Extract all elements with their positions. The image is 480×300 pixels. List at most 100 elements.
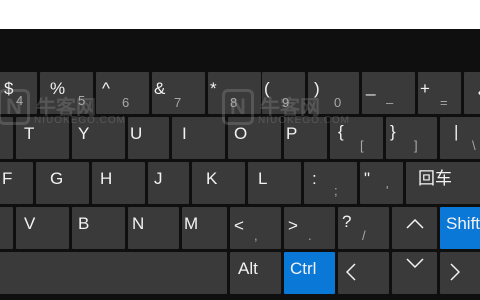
key-j[interactable]: J: [148, 162, 189, 204]
key-arrow-right[interactable]: [440, 252, 480, 294]
key-comma[interactable]: < ,: [230, 207, 281, 249]
key-minus-secondary: –: [386, 95, 394, 110]
key-equals-secondary: =: [440, 95, 448, 110]
key-shift-label: Shift: [446, 214, 480, 233]
key-b-label: B: [78, 214, 90, 233]
key-l-label: L: [258, 169, 268, 188]
key-backslash[interactable]: | \: [440, 117, 480, 159]
key-slash[interactable]: ? /: [338, 207, 389, 249]
key-lbracket-secondary: [: [360, 138, 364, 153]
key-8-primary: *: [210, 79, 217, 98]
key-f-label: F: [2, 169, 13, 188]
key-y[interactable]: Y: [72, 117, 125, 159]
key-p[interactable]: P: [284, 117, 327, 159]
key-6-primary: ^: [102, 79, 110, 98]
key-i[interactable]: I: [172, 117, 225, 159]
key-slash-primary: ?: [342, 212, 352, 231]
key-o-label: O: [234, 124, 248, 143]
key-5-primary: %: [50, 79, 66, 98]
key-5[interactable]: % 5: [40, 72, 93, 114]
key-7-primary: &: [154, 79, 166, 98]
key-quote-primary: ": [364, 169, 371, 188]
key-f[interactable]: F: [0, 162, 33, 204]
key-shift-right[interactable]: Shift: [440, 207, 480, 249]
key-9-primary: (: [264, 79, 270, 98]
key-enter-label: 回车: [418, 169, 452, 188]
key-k[interactable]: K: [192, 162, 245, 204]
key-backspace[interactable]: [464, 72, 480, 114]
key-space[interactable]: [0, 252, 227, 294]
key-rbracket[interactable]: } ]: [386, 117, 437, 159]
key-semicolon[interactable]: : ;: [304, 162, 357, 204]
key-period[interactable]: > .: [284, 207, 335, 249]
key-0[interactable]: ) 0: [308, 72, 359, 114]
key-7[interactable]: & 7: [152, 72, 205, 114]
key-n[interactable]: N: [128, 207, 179, 249]
key-l[interactable]: L: [248, 162, 301, 204]
key-h[interactable]: H: [92, 162, 145, 204]
key-semicolon-secondary: ;: [334, 183, 338, 198]
arrow-down-icon: [405, 258, 424, 268]
key-period-secondary: .: [308, 228, 312, 243]
key-v[interactable]: V: [16, 207, 69, 249]
key-equals-primary: +: [420, 79, 430, 98]
key-5-secondary: 5: [78, 93, 86, 108]
key-slash-secondary: /: [362, 228, 366, 243]
key-y-label: Y: [78, 124, 90, 143]
key-comma-secondary: ,: [254, 228, 258, 243]
key-b[interactable]: B: [72, 207, 125, 249]
key-lbracket[interactable]: { [: [330, 117, 383, 159]
key-ctrl[interactable]: Ctrl: [284, 252, 335, 294]
key-minus[interactable]: _ –: [362, 72, 415, 114]
key-7-secondary: 7: [174, 95, 182, 110]
key-enter[interactable]: 回车: [406, 162, 480, 204]
key-6[interactable]: ^ 6: [96, 72, 149, 114]
arrow-up-icon: [405, 219, 424, 229]
key-4-primary: $: [4, 79, 14, 98]
key-i-label: I: [182, 124, 187, 143]
key-o[interactable]: O: [228, 117, 281, 159]
on-screen-keyboard: $ 4 % 5 ^ 6 & 7 * 8 ( 9 ) 0 _ – + = T Y …: [0, 29, 480, 300]
key-rbracket-secondary: ]: [414, 138, 418, 153]
key-8-secondary: 8: [230, 95, 238, 110]
key-6-secondary: 6: [122, 95, 130, 110]
key-lbracket-primary: {: [338, 122, 344, 141]
key-alt-label: Alt: [238, 259, 258, 278]
key-t[interactable]: T: [16, 117, 69, 159]
key-arrow-up[interactable]: [392, 207, 437, 249]
key-semicolon-primary: :: [312, 169, 317, 188]
key-m[interactable]: M: [182, 207, 227, 249]
key-ctrl-label: Ctrl: [290, 259, 317, 278]
key-arrow-down[interactable]: [392, 252, 437, 294]
arrow-left-icon: [346, 263, 356, 281]
key-9[interactable]: ( 9: [262, 72, 305, 114]
key-tab-partial[interactable]: [0, 117, 13, 159]
key-quote[interactable]: " ': [360, 162, 403, 204]
key-g[interactable]: G: [36, 162, 89, 204]
key-rbracket-primary: }: [390, 122, 396, 141]
key-h-label: H: [100, 169, 113, 188]
key-arrow-left[interactable]: [338, 252, 389, 294]
key-u-label: U: [130, 124, 143, 143]
key-8[interactable]: * 8: [208, 72, 261, 114]
key-t-label: T: [24, 124, 35, 143]
key-k-label: K: [206, 169, 218, 188]
key-backslash-primary: |: [454, 122, 459, 141]
key-p-label: P: [286, 124, 298, 143]
key-alt[interactable]: Alt: [230, 252, 281, 294]
key-shift-left-partial[interactable]: [0, 207, 13, 249]
key-9-secondary: 9: [282, 95, 290, 110]
key-0-secondary: 0: [334, 95, 342, 110]
window-top-strip: [0, 0, 480, 29]
key-minus-primary: _: [366, 77, 376, 96]
key-j-label: J: [154, 169, 163, 188]
key-period-primary: >: [288, 216, 298, 235]
key-backslash-secondary: \: [472, 138, 476, 153]
key-0-primary: ): [314, 79, 320, 98]
key-4[interactable]: $ 4: [0, 72, 37, 114]
key-4-secondary: 4: [16, 93, 24, 108]
arrow-right-icon: [450, 263, 460, 281]
key-equals[interactable]: + =: [418, 72, 461, 114]
key-u[interactable]: U: [128, 117, 169, 159]
key-quote-secondary: ': [386, 183, 389, 198]
